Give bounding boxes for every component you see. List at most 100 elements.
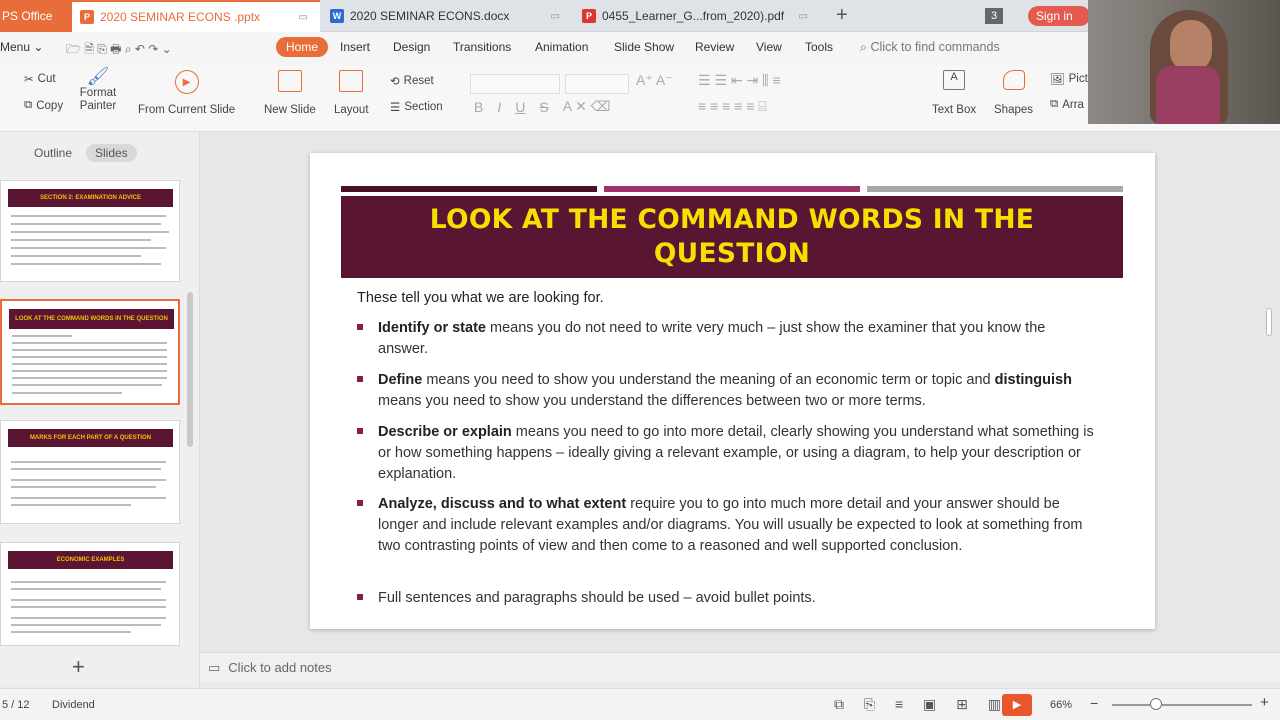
zoom-slider[interactable]: [1112, 704, 1252, 706]
font-grow-icon[interactable]: A⁺ A⁻: [636, 72, 673, 89]
view-mode-icons[interactable]: ⧉ ⎘ ≡ ▣ ⊞ ▥: [834, 696, 1009, 713]
picture-button[interactable]: 🖼 Pict: [1050, 72, 1088, 86]
zoom-level[interactable]: 66%: [1050, 699, 1072, 711]
bullet-describe[interactable]: Describe or explain means you need to go…: [357, 422, 1097, 485]
arrange-icon: ⧉: [1050, 98, 1059, 110]
outline-tab[interactable]: Outline: [34, 146, 72, 160]
tab-tools[interactable]: Tools: [805, 40, 833, 54]
tab-close-icon[interactable]: ▭: [551, 11, 572, 22]
slide[interactable]: LOOK AT THE COMMAND WORDS IN THE QUESTIO…: [310, 153, 1155, 629]
font-family-select[interactable]: [470, 74, 560, 94]
app-label: PS Office: [2, 9, 53, 23]
bullet-identify[interactable]: Identify or state means you do not need …: [357, 318, 1097, 360]
thumbnail-line: [11, 255, 141, 257]
tab-home[interactable]: Home: [276, 37, 329, 57]
alignment-icons[interactable]: ≡ ≡ ≡ ≡ ≡ ⌸: [698, 98, 767, 115]
slide-thumbnail-4[interactable]: SECTION 2: EXAMINATION ADVICE: [0, 180, 180, 282]
tab-view[interactable]: View: [756, 40, 782, 54]
slide-title[interactable]: LOOK AT THE COMMAND WORDS IN THE QUESTIO…: [382, 203, 1082, 271]
font-size-select[interactable]: [565, 74, 629, 94]
section-label: Section: [404, 101, 443, 113]
bullet-text: means you need to show you understand th…: [422, 372, 995, 388]
thumbnails-scrollbar[interactable]: [187, 292, 193, 447]
text-format-icons[interactable]: B I U S A ✕ ⌫: [474, 98, 611, 115]
tab-docx[interactable]: W 2020 SEMINAR ECONS.docx ▭: [322, 0, 572, 32]
format-painter-button[interactable]: 🖌 Format Painter: [78, 67, 118, 113]
tab-close-icon[interactable]: ▭: [799, 11, 820, 22]
add-slide-icon[interactable]: +: [72, 654, 85, 680]
copy-label: Copy: [36, 99, 64, 112]
bullet-text: means you need to show you understand th…: [378, 393, 926, 409]
bullet-bold: Describe or explain: [378, 424, 512, 440]
thumbnail-line: [11, 263, 161, 265]
cut-label: Cut: [37, 73, 56, 85]
thumbnail-line: [11, 497, 166, 499]
paragraph-icons[interactable]: ☰ ☰ ⇤ ⇥ ⫼ ≡: [698, 72, 781, 89]
bullet-marker: [357, 376, 363, 382]
thumbnail-line: [11, 581, 166, 583]
scissors-icon: ✂: [24, 74, 34, 86]
picture-label: Pict: [1068, 73, 1088, 85]
zoom-out-icon[interactable]: −: [1090, 695, 1098, 711]
new-slide-button[interactable]: New Slide: [264, 70, 316, 116]
app-menu-tab[interactable]: PS Office: [0, 0, 72, 32]
slide-counter: 5 / 12: [2, 699, 30, 711]
bullet-full-sentences[interactable]: Full sentences and paragraphs should be …: [357, 588, 1097, 609]
tab-pdf[interactable]: P 0455_Learner_G...from_2020).pdf ▭: [574, 0, 820, 32]
tab-animation[interactable]: Animation: [535, 40, 588, 54]
tab-slide-show[interactable]: Slide Show: [614, 40, 674, 54]
text-box-button[interactable]: A Text Box: [932, 70, 976, 116]
new-slide-label: New Slide: [264, 104, 316, 116]
thumbnail-line: [11, 223, 161, 225]
section-button[interactable]: ☰ Section: [390, 100, 443, 114]
bullet-define[interactable]: Define means you need to show you unders…: [357, 370, 1097, 412]
zoom-in-icon[interactable]: +: [1260, 694, 1269, 711]
sign-in-button[interactable]: Sign in: [1028, 6, 1090, 26]
thumbnail-title: SECTION 2: EXAMINATION ADVICE: [8, 189, 173, 207]
tab-design[interactable]: Design: [393, 40, 430, 54]
thumbnail-line: [11, 624, 161, 626]
tab-close-icon[interactable]: ▭: [299, 12, 320, 23]
thumbnail-line: [11, 617, 166, 619]
sign-in-label: Sign in: [1036, 9, 1073, 23]
arrange-button[interactable]: ⧉ Arra: [1050, 98, 1084, 111]
layout-button[interactable]: Layout: [334, 70, 369, 116]
cut-button[interactable]: ✂ Cut: [24, 72, 56, 86]
bullet-bold: Identify or state: [378, 320, 486, 336]
slides-tab[interactable]: Slides: [86, 144, 137, 162]
copy-icon: ⧉: [24, 99, 33, 111]
thumbnail-line: [12, 349, 167, 351]
slide-thumbnail-7[interactable]: ECONOMIC EXAMPLES: [0, 542, 180, 646]
menu-label: Menu: [0, 40, 31, 54]
bullet-marker: [357, 500, 363, 506]
main-menu-button[interactable]: Menu ⌄: [0, 40, 43, 54]
slide-intro[interactable]: These tell you what we are looking for.: [357, 290, 604, 306]
from-current-slide-button[interactable]: ▶ From Current Slide: [138, 70, 235, 116]
bullet-analyze[interactable]: Analyze, discuss and to what extent requ…: [357, 494, 1097, 557]
thumbnail-line: [12, 370, 167, 372]
shapes-label: Shapes: [994, 104, 1034, 116]
reset-button[interactable]: ⟲ Reset: [390, 74, 434, 88]
slide-thumbnail-6[interactable]: MARKS FOR EACH PART OF A QUESTION: [0, 420, 180, 524]
command-search[interactable]: ⌕ Click to find commands: [860, 40, 1000, 55]
window-count-badge[interactable]: 3: [985, 8, 1003, 24]
slide-scrollbar[interactable]: [1266, 308, 1272, 336]
tab-review[interactable]: Review: [695, 40, 734, 54]
thumbnail-title: ECONOMIC EXAMPLES: [8, 551, 173, 569]
shapes-button[interactable]: Shapes: [994, 70, 1033, 116]
thumbnail-line: [11, 247, 166, 249]
thumbnail-line: [12, 377, 167, 379]
play-slideshow-button[interactable]: ▶: [1002, 694, 1032, 716]
reset-label: Reset: [403, 75, 434, 87]
tab-pptx[interactable]: P 2020 SEMINAR ECONS .pptx ▭: [72, 0, 320, 32]
zoom-slider-handle[interactable]: [1150, 698, 1162, 710]
slide-thumbnail-5-selected[interactable]: LOOK AT THE COMMAND WORDS IN THE QUESTIO…: [0, 299, 180, 405]
tab-transitions[interactable]: Transitions: [453, 40, 511, 54]
copy-button[interactable]: ⧉ Copy: [24, 99, 63, 112]
quick-access-icons[interactable]: 🗁 🗎 ⎘ 🖶 ⌕ ↶ ↷ ⌄: [66, 40, 172, 61]
tab-insert[interactable]: Insert: [340, 40, 370, 54]
new-tab-icon[interactable]: +: [836, 4, 848, 27]
notes-pane[interactable]: ▭ Click to add notes: [200, 652, 1280, 682]
theme-name[interactable]: Dividend: [52, 699, 95, 711]
presenter-face: [1170, 20, 1212, 72]
